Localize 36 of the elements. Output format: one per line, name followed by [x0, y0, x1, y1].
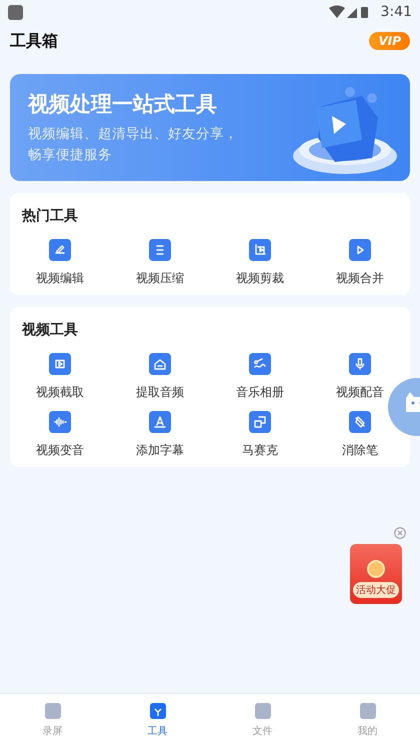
- page-title: 工具箱: [10, 30, 58, 52]
- tool-icon[interactable]: [349, 239, 371, 261]
- tool-label[interactable]: 添加字幕: [136, 442, 184, 459]
- tool-label[interactable]: 音乐相册: [236, 384, 284, 401]
- promo-card[interactable]: 活动大促: [350, 544, 402, 604]
- banner-subtitle: 视频编辑、超清导出、好友分享，畅享便捷服务: [28, 125, 239, 164]
- promo-label: 活动大促: [353, 582, 399, 598]
- clock-time: 3:41: [380, 4, 412, 20]
- tool-icon[interactable]: [349, 353, 371, 375]
- tool-icon[interactable]: [249, 353, 271, 375]
- notification-icon: [8, 4, 23, 20]
- tool-icon[interactable]: [149, 239, 171, 261]
- tool-icon[interactable]: [249, 239, 271, 261]
- tool-label[interactable]: 视频变音: [36, 442, 84, 459]
- coin-icon: [367, 560, 385, 578]
- tool-label[interactable]: 视频剪裁: [236, 270, 284, 287]
- tool-icon[interactable]: [249, 411, 271, 433]
- tool-label[interactable]: 马赛克: [242, 442, 278, 459]
- tool-label[interactable]: 视频截取: [36, 384, 84, 401]
- tool-label[interactable]: 视频合并: [336, 270, 384, 287]
- tool-label[interactable]: 消除笔: [342, 442, 378, 459]
- tool-icon[interactable]: [49, 239, 71, 261]
- tool-label[interactable]: 视频压缩: [136, 270, 184, 287]
- tool-icon[interactable]: [149, 353, 171, 375]
- section-title: 视频工具: [20, 321, 79, 340]
- banner-title: 视频处理一站式工具: [28, 91, 218, 118]
- tool-icon[interactable]: [49, 353, 71, 375]
- tool-label[interactable]: 视频配音: [336, 384, 384, 401]
- tool-label[interactable]: 视频编辑: [36, 270, 84, 287]
- tool-icon[interactable]: [49, 411, 71, 433]
- tool-icon[interactable]: [349, 411, 371, 433]
- section-title: 热门工具: [20, 206, 79, 226]
- tool-icon[interactable]: [149, 411, 171, 433]
- close-icon[interactable]: [394, 527, 406, 539]
- tool-label[interactable]: 提取音频: [136, 384, 184, 401]
- nav-tab[interactable]: 工具: [105, 694, 210, 744]
